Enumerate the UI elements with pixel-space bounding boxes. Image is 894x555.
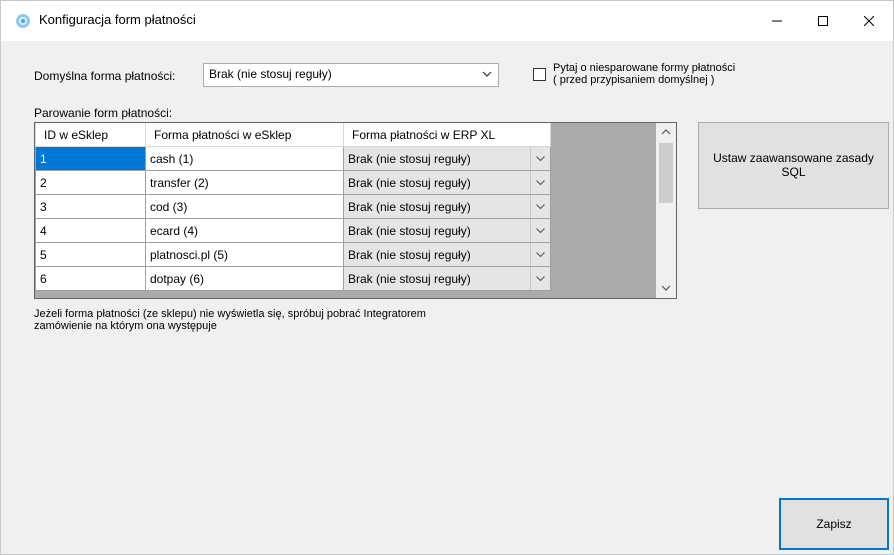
- payment-config-window: Konfiguracja form płatności Domyślna for…: [0, 0, 894, 555]
- cell-erp-select[interactable]: Brak (nie stosuj reguły): [343, 266, 551, 291]
- chevron-down-icon: [530, 219, 550, 242]
- chevron-down-icon: [530, 147, 550, 170]
- cell-erp-select[interactable]: Brak (nie stosuj reguły): [343, 170, 551, 195]
- cell-erp-select[interactable]: Brak (nie stosuj reguły): [343, 242, 551, 267]
- cell-esklep[interactable]: transfer (2): [145, 170, 344, 195]
- info-text-line1: Jeżeli forma płatności (ze sklepu) nie w…: [34, 308, 426, 320]
- default-payment-label: Domyślna forma płatności:: [34, 69, 176, 83]
- cell-erp-value: Brak (nie stosuj reguły): [348, 224, 471, 238]
- app-icon: [16, 14, 30, 28]
- cell-erp-select[interactable]: Brak (nie stosuj reguły): [343, 218, 551, 243]
- scroll-down-icon[interactable]: [661, 285, 671, 291]
- cell-esklep[interactable]: dotpay (6): [145, 266, 344, 291]
- cell-erp-value: Brak (nie stosuj reguły): [348, 248, 471, 262]
- table-row[interactable]: 4 ecard (4) Brak (nie stosuj reguły): [35, 218, 551, 243]
- ask-unpaired-checkbox[interactable]: [533, 68, 546, 81]
- advanced-sql-line1: Ustaw zaawansowane zasady: [713, 151, 874, 165]
- cell-esklep[interactable]: platnosci.pl (5): [145, 242, 344, 267]
- cell-erp-value: Brak (nie stosuj reguły): [348, 152, 471, 166]
- ask-unpaired-label-line1: Pytaj o niesparowane formy płatności: [553, 62, 736, 74]
- chevron-down-icon: [530, 267, 550, 290]
- chevron-down-icon: [530, 243, 550, 266]
- cell-erp-select[interactable]: Brak (nie stosuj reguły): [343, 146, 551, 171]
- table-row[interactable]: 2 transfer (2) Brak (nie stosuj reguły): [35, 170, 551, 195]
- column-header-id[interactable]: ID w eSklep: [35, 123, 146, 147]
- cell-id[interactable]: 5: [35, 242, 146, 267]
- cell-id[interactable]: 6: [35, 266, 146, 291]
- cell-id[interactable]: 4: [35, 218, 146, 243]
- close-button[interactable]: [846, 1, 892, 41]
- cell-id[interactable]: 3: [35, 194, 146, 219]
- table-row[interactable]: 6 dotpay (6) Brak (nie stosuj reguły): [35, 266, 551, 291]
- scrollbar-thumb[interactable]: [659, 143, 673, 203]
- maximize-button[interactable]: [800, 1, 846, 41]
- cell-id[interactable]: 2: [35, 170, 146, 195]
- cell-erp-value: Brak (nie stosuj reguły): [348, 176, 471, 190]
- minimize-button[interactable]: [754, 1, 800, 41]
- save-button[interactable]: Zapisz: [779, 498, 889, 550]
- cell-id[interactable]: 1: [35, 146, 146, 171]
- chevron-down-icon: [530, 171, 550, 194]
- table-row[interactable]: 3 cod (3) Brak (nie stosuj reguły): [35, 194, 551, 219]
- table-row[interactable]: 1 cash (1) Brak (nie stosuj reguły): [35, 146, 551, 171]
- pairing-table: ID w eSklep Forma płatności w eSklep For…: [35, 123, 551, 291]
- table-row[interactable]: 5 platnosci.pl (5) Brak (nie stosuj regu…: [35, 242, 551, 267]
- chevron-down-icon: [530, 195, 550, 218]
- default-payment-value: Brak (nie stosuj reguły): [209, 67, 332, 81]
- maximize-icon: [818, 16, 828, 26]
- close-icon: [864, 16, 874, 26]
- grid-vertical-scrollbar[interactable]: [656, 123, 676, 298]
- column-header-esklep[interactable]: Forma płatności w eSklep: [145, 123, 344, 147]
- cell-erp-value: Brak (nie stosuj reguły): [348, 272, 471, 286]
- title-bar: Konfiguracja form płatności: [1, 1, 893, 41]
- advanced-sql-rules-button[interactable]: Ustaw zaawansowane zasady SQL: [698, 122, 889, 209]
- table-header-row: ID w eSklep Forma płatności w eSklep For…: [35, 123, 551, 147]
- cell-esklep[interactable]: cod (3): [145, 194, 344, 219]
- payment-pairing-grid[interactable]: ID w eSklep Forma płatności w eSklep For…: [34, 122, 677, 299]
- info-text-line2: zamówienie na którym ona występuje: [34, 320, 217, 332]
- scroll-up-icon[interactable]: [661, 129, 671, 135]
- window-title: Konfiguracja form płatności: [39, 12, 196, 27]
- cell-erp-value: Brak (nie stosuj reguły): [348, 200, 471, 214]
- cell-esklep[interactable]: ecard (4): [145, 218, 344, 243]
- chevron-down-icon: [482, 71, 492, 77]
- advanced-sql-line2: SQL: [781, 165, 806, 179]
- cell-erp-select[interactable]: Brak (nie stosuj reguły): [343, 194, 551, 219]
- minimize-icon: [772, 20, 782, 22]
- ask-unpaired-label-line2: ( przed przypisaniem domyślnej ): [553, 74, 715, 86]
- default-payment-select[interactable]: Brak (nie stosuj reguły): [203, 63, 499, 87]
- pairing-label: Parowanie form płatności:: [34, 106, 173, 120]
- column-header-erp[interactable]: Forma płatności w ERP XL: [343, 123, 551, 147]
- cell-esklep[interactable]: cash (1): [145, 146, 344, 171]
